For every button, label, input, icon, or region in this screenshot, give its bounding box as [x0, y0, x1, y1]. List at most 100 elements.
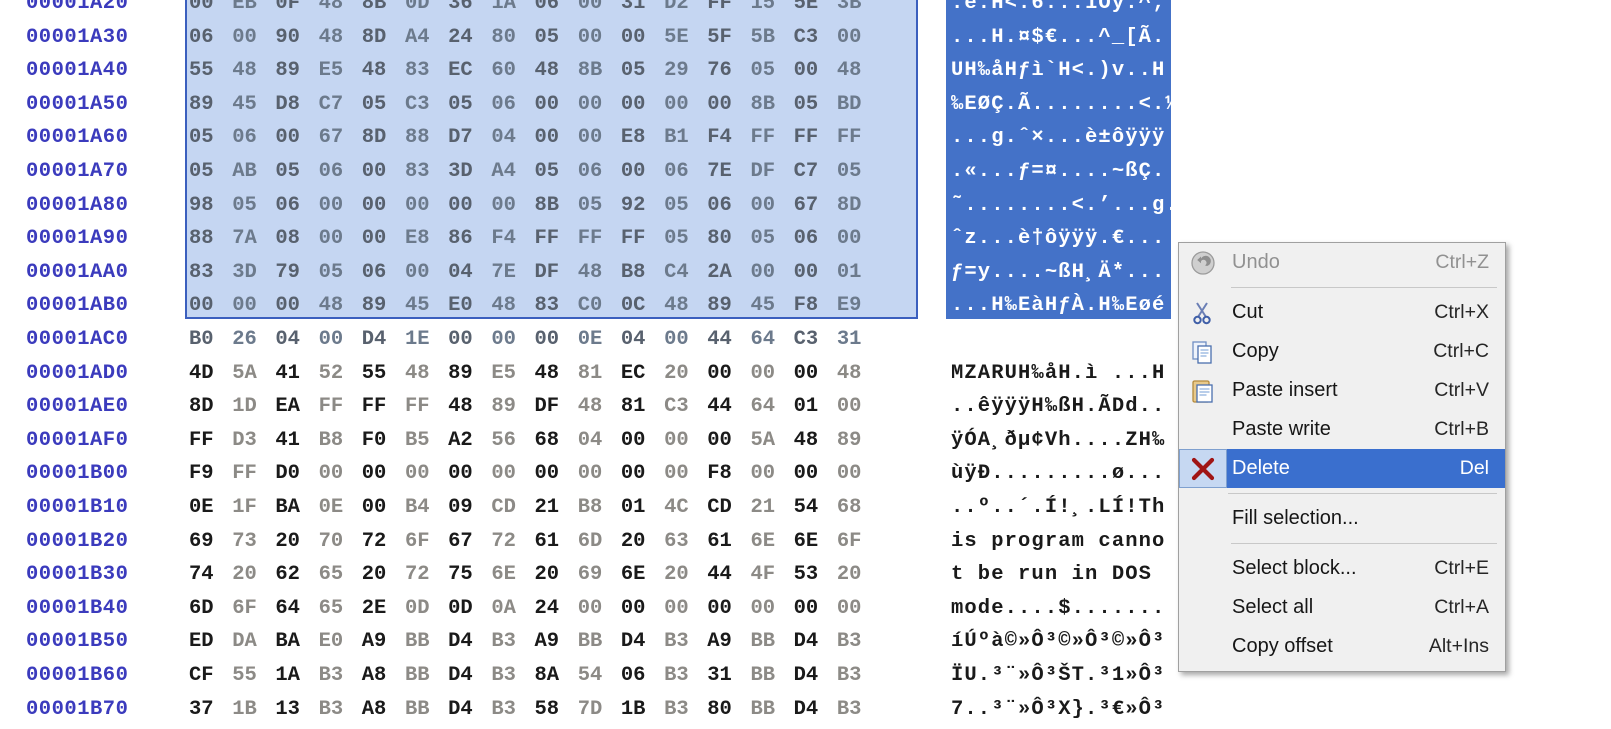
hex-byte[interactable]: DF [535, 256, 578, 290]
row-hex-bytes[interactable]: 4D 5A 41 52 55 48 89 E5 48 81 EC 20 00 00 00 48 [189, 357, 880, 391]
hex-byte[interactable]: F4 [491, 222, 534, 256]
hex-byte[interactable]: 00 [664, 323, 707, 357]
row-hex-bytes[interactable]: 05 06 00 67 8D 88 D7 04 00 00 E8 B1 F4 FF FF FF [189, 121, 880, 155]
row-ascii-text[interactable]: MZARUH‰åH.ì ...H [951, 357, 1165, 391]
hex-byte[interactable]: 00 [448, 323, 491, 357]
hex-byte[interactable]: 06 [362, 256, 405, 290]
context-menu[interactable]: Undo Ctrl+Z Cut Ctrl+X Copy Ctrl+C Paste inser… [1178, 242, 1506, 672]
hex-byte[interactable]: 00 [837, 457, 880, 491]
hex-byte[interactable]: 24 [535, 592, 578, 626]
hex-byte[interactable]: 4C [664, 491, 707, 525]
hex-byte[interactable]: B3 [664, 659, 707, 693]
hex-byte[interactable]: 8B [750, 88, 793, 122]
hex-byte[interactable]: 54 [794, 491, 837, 525]
hex-byte[interactable]: 7D [578, 693, 621, 727]
hex-byte[interactable]: 64 [750, 390, 793, 424]
hex-byte[interactable]: A4 [491, 155, 534, 189]
row-ascii-text[interactable]: t be run in DOS [951, 558, 1165, 592]
hex-byte[interactable]: 00 [750, 457, 793, 491]
hex-byte[interactable]: 04 [448, 256, 491, 290]
hex-byte[interactable]: 37 [189, 693, 232, 727]
hex-byte[interactable]: 00 [621, 424, 664, 458]
row-ascii-text[interactable]: .«...ƒ=¤....~ßÇ. [951, 155, 1165, 189]
hex-byte[interactable]: 05 [362, 88, 405, 122]
hex-byte[interactable]: 52 [319, 357, 362, 391]
hex-byte[interactable]: D4 [448, 625, 491, 659]
hex-byte[interactable]: 04 [275, 323, 318, 357]
hex-byte[interactable]: E9 [837, 289, 880, 323]
hex-byte[interactable]: 00 [794, 457, 837, 491]
hex-byte[interactable]: 48 [319, 289, 362, 323]
row-hex-bytes[interactable]: 06 00 90 48 8D A4 24 80 05 00 00 5E 5F 5B C3 00 [189, 21, 880, 55]
hex-byte[interactable]: BB [405, 625, 448, 659]
hex-byte[interactable]: C7 [319, 88, 362, 122]
hex-byte[interactable]: 06 [319, 155, 362, 189]
hex-byte[interactable]: 69 [578, 558, 621, 592]
row-hex-bytes[interactable]: 6D 6F 64 65 2E 0D 0D 0A 24 00 00 00 00 00 00 00 [189, 592, 880, 626]
row-ascii-text[interactable]: íÚºà©»Ô³©»Ô³©»Ô³ [951, 625, 1165, 659]
hex-byte[interactable]: 67 [794, 189, 837, 223]
hex-byte[interactable]: 20 [664, 558, 707, 592]
hex-byte[interactable]: 00 [491, 323, 534, 357]
hex-byte[interactable]: D4 [448, 693, 491, 727]
hex-byte[interactable]: A4 [405, 21, 448, 55]
hex-byte[interactable]: FF [750, 121, 793, 155]
hex-byte[interactable]: D4 [621, 625, 664, 659]
hex-byte[interactable]: 6F [837, 525, 880, 559]
row-hex-bytes[interactable]: B0 26 04 00 D4 1E 00 00 00 0E 04 00 44 64 C3 31 [189, 323, 880, 357]
hex-byte[interactable]: B3 [491, 625, 534, 659]
row-hex-bytes[interactable]: 8D 1D EA FF FF FF 48 89 DF 48 81 C3 44 64 01 00 [189, 390, 880, 424]
row-ascii-text[interactable]: mode....$....... [951, 592, 1165, 626]
hex-byte[interactable]: 83 [189, 256, 232, 290]
hex-byte[interactable]: 1A [491, 0, 534, 21]
hex-byte[interactable]: 05 [535, 21, 578, 55]
hex-byte[interactable]: 48 [535, 357, 578, 391]
hex-byte[interactable]: 48 [535, 54, 578, 88]
hex-byte[interactable]: 00 [362, 457, 405, 491]
hex-byte[interactable]: C0 [578, 289, 621, 323]
hex-byte[interactable]: C3 [405, 88, 448, 122]
hex-byte[interactable]: BA [275, 625, 318, 659]
hex-byte[interactable]: D0 [275, 457, 318, 491]
hex-byte[interactable]: 06 [794, 222, 837, 256]
row-hex-bytes[interactable]: 37 1B 13 B3 A8 BB D4 B3 58 7D 1B B3 80 BB D4 B3 [189, 693, 880, 727]
hex-row[interactable]: 00001A70 05 AB 05 06 00 83 3D A4 05 06 00 06 7E DF C7 05… [0, 155, 1611, 189]
hex-byte[interactable]: 00 [319, 222, 362, 256]
row-hex-bytes[interactable]: CF 55 1A B3 A8 BB D4 B3 8A 54 06 B3 31 BB D4 B3 [189, 659, 880, 693]
hex-byte[interactable]: F8 [707, 457, 750, 491]
hex-byte[interactable]: 00 [448, 189, 491, 223]
hex-byte[interactable]: 00 [319, 189, 362, 223]
hex-byte[interactable]: 79 [275, 256, 318, 290]
hex-byte[interactable]: 8B [578, 54, 621, 88]
hex-row[interactable]: 00001B70 37 1B 13 B3 A8 BB D4 B3 58 7D 1B B3 80 BB D4 B3… [0, 693, 1611, 727]
hex-byte[interactable]: 00 [189, 0, 232, 21]
hex-byte[interactable]: 00 [535, 457, 578, 491]
hex-byte[interactable]: 31 [621, 0, 664, 21]
hex-byte[interactable]: 08 [275, 222, 318, 256]
menu-item-copy-offset[interactable]: Copy offset Alt+Ins [1179, 627, 1505, 666]
hex-byte[interactable]: 67 [448, 525, 491, 559]
hex-byte[interactable]: 7E [707, 155, 750, 189]
hex-byte[interactable]: 00 [232, 21, 275, 55]
hex-byte[interactable]: 6D [189, 592, 232, 626]
hex-byte[interactable]: 86 [448, 222, 491, 256]
hex-byte[interactable]: 8D [189, 390, 232, 424]
hex-byte[interactable]: 48 [319, 0, 362, 21]
hex-byte[interactable]: 8B [535, 189, 578, 223]
hex-byte[interactable]: 00 [750, 592, 793, 626]
hex-byte[interactable]: 00 [794, 54, 837, 88]
hex-byte[interactable]: CD [491, 491, 534, 525]
hex-byte[interactable]: C3 [794, 323, 837, 357]
hex-byte[interactable]: 80 [491, 21, 534, 55]
hex-byte[interactable]: A9 [707, 625, 750, 659]
hex-byte[interactable]: 0F [275, 0, 318, 21]
hex-byte[interactable]: E0 [448, 289, 491, 323]
hex-byte[interactable]: FF [535, 222, 578, 256]
row-hex-bytes[interactable]: 55 48 89 E5 48 83 EC 60 48 8B 05 29 76 05 00 48 [189, 54, 880, 88]
hex-byte[interactable]: 00 [621, 21, 664, 55]
hex-byte[interactable]: DF [535, 390, 578, 424]
hex-byte[interactable]: FF [707, 0, 750, 21]
hex-byte[interactable]: ED [189, 625, 232, 659]
hex-byte[interactable]: FF [319, 390, 362, 424]
hex-byte[interactable]: 00 [664, 88, 707, 122]
